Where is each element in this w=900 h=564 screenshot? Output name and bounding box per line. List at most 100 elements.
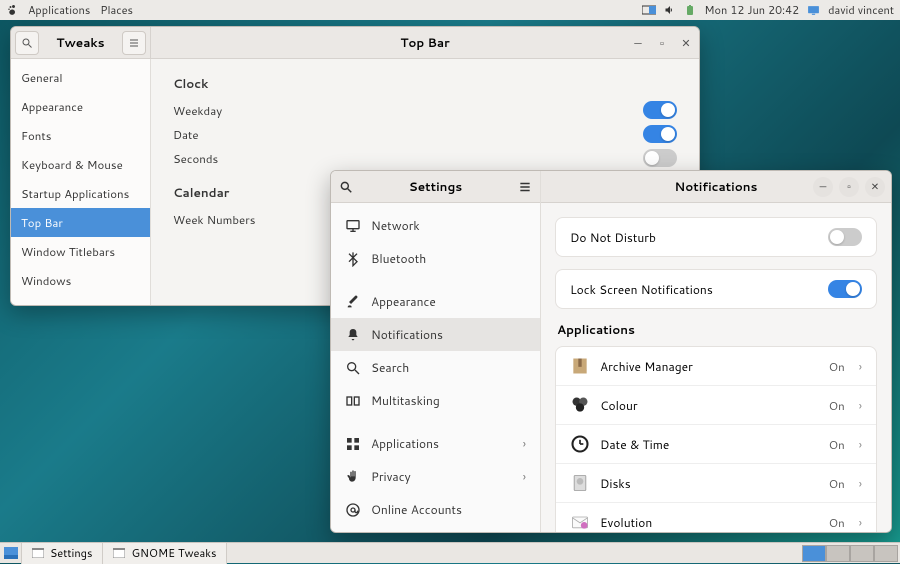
places-menu[interactable]: Places <box>100 2 133 18</box>
app-row-colour[interactable]: ColourOn› <box>556 386 876 425</box>
sidebar-item-keyboard-mouse[interactable]: Keyboard & Mouse <box>11 150 150 179</box>
lockscreen-toggle[interactable] <box>828 280 862 298</box>
sidebar-item-label: Applications <box>371 435 439 452</box>
maximize-button[interactable]: ▫ <box>655 36 669 50</box>
workspace-2[interactable] <box>826 545 850 562</box>
sidebar-item-label: Privacy <box>371 468 411 485</box>
brush-icon <box>345 294 361 310</box>
workspace-switcher[interactable] <box>802 545 900 562</box>
tweaks-search-button[interactable] <box>15 31 39 55</box>
sidebar-item-privacy[interactable]: Privacy › <box>331 460 540 493</box>
bell-icon <box>345 327 361 343</box>
applications-section-title: Applications <box>557 321 877 338</box>
settings-search-button[interactable] <box>339 180 353 194</box>
chevron-right-icon: › <box>859 475 862 492</box>
dnd-row: Do Not Disturb <box>556 218 876 256</box>
settings-hamburger-button[interactable] <box>518 180 532 194</box>
sidebar-item-label: Search <box>371 359 409 376</box>
hand-icon <box>345 469 361 485</box>
clock-toggle[interactable] <box>643 125 677 143</box>
sidebar-item-general[interactable]: General <box>11 63 150 92</box>
tweaks-headerbar: Tweaks Top Bar — ▫ ✕ <box>11 27 699 59</box>
app-row-evolution[interactable]: EvolutionOn› <box>556 503 876 532</box>
sidebar-item-online-accounts[interactable]: Online Accounts <box>331 493 540 526</box>
app-row-disks[interactable]: Disks On › <box>556 464 876 503</box>
gnome-foot-icon <box>6 4 18 16</box>
sidebar-item-search[interactable]: Search <box>331 351 540 384</box>
task-button-settings[interactable]: Settings <box>22 543 103 564</box>
tweaks-page-title: Top Bar <box>400 34 449 51</box>
settings-window: Settings Network Bluetooth Appearance Notif… <box>330 170 892 533</box>
monitor-icon[interactable] <box>807 4 820 17</box>
clock-row-1: Date <box>173 122 677 146</box>
sidebar-item-bluetooth[interactable]: Bluetooth <box>331 242 540 275</box>
top-panel: Applications Places Mon 12 Jun 20:42 dav… <box>0 0 900 20</box>
show-desktop-button[interactable] <box>0 543 22 564</box>
dnd-toggle[interactable] <box>828 228 862 246</box>
clock-icon <box>570 434 590 454</box>
minimize-button[interactable]: — <box>813 177 833 197</box>
keyboard-indicator-icon[interactable] <box>642 4 656 16</box>
window-icon <box>113 548 125 558</box>
app-state: On <box>829 358 845 375</box>
sidebar-item-notifications[interactable]: Notifications <box>331 318 540 351</box>
workspace-1[interactable] <box>802 545 826 562</box>
lockscreen-label: Lock Screen Notifications <box>570 281 828 298</box>
app-row-archive-manager[interactable]: Archive ManagerOn› <box>556 347 876 386</box>
workspace-4[interactable] <box>874 545 898 562</box>
tweaks-sidebar: GeneralAppearanceFontsKeyboard & MouseSt… <box>11 59 151 305</box>
applications-menu[interactable]: Applications <box>28 2 90 18</box>
sidebar-item-label: Appearance <box>371 293 436 310</box>
task-label: GNOME Tweaks <box>131 545 216 561</box>
clock-toggle[interactable] <box>643 101 677 119</box>
app-name: Archive Manager <box>600 358 819 375</box>
at-icon <box>345 502 361 518</box>
sidebar-item-appearance[interactable]: Appearance <box>11 92 150 121</box>
clock-row-0: Weekday <box>173 98 677 122</box>
task-button-gnome-tweaks[interactable]: GNOME Tweaks <box>103 543 227 564</box>
clock-label: Date <box>173 126 643 143</box>
clock-text[interactable]: Mon 12 Jun 20:42 <box>704 2 799 18</box>
app-state: On <box>829 475 845 492</box>
sidebar-item-appearance[interactable]: Appearance <box>331 285 540 318</box>
settings-title: Settings <box>353 178 518 195</box>
sidebar-item-windows[interactable]: Windows <box>11 266 150 295</box>
maximize-button[interactable]: ▫ <box>839 177 859 197</box>
settings-content: Do Not Disturb Lock Screen Notifications… <box>541 203 891 532</box>
sidebar-item-label: Online Accounts <box>371 501 462 518</box>
settings-left-headerbar: Settings <box>331 171 540 203</box>
evolution-icon <box>570 512 590 532</box>
sidebar-item-label: Bluetooth <box>371 250 426 267</box>
chevron-right-icon: › <box>523 468 526 485</box>
taskbar: Settings GNOME Tweaks <box>0 542 900 563</box>
clock-row-2: Seconds <box>173 146 677 170</box>
app-name: Disks <box>600 475 819 492</box>
clock-toggle[interactable] <box>643 149 677 167</box>
workspace-3[interactable] <box>850 545 874 562</box>
multitask-icon <box>345 393 361 409</box>
lockscreen-row: Lock Screen Notifications <box>556 270 876 308</box>
sidebar-item-sharing[interactable]: Sharing <box>331 526 540 532</box>
chevron-right-icon: › <box>859 397 862 414</box>
sidebar-item-top-bar[interactable]: Top Bar <box>11 208 150 237</box>
chevron-right-icon: › <box>859 436 862 453</box>
sidebar-item-startup-applications[interactable]: Startup Applications <box>11 179 150 208</box>
clock-label: Weekday <box>173 102 643 119</box>
close-button[interactable]: ✕ <box>679 36 693 50</box>
sidebar-item-network[interactable]: Network <box>331 209 540 242</box>
app-row-date-time[interactable]: Date & Time On › <box>556 425 876 464</box>
battery-icon[interactable] <box>684 4 696 16</box>
app-name: Date & Time <box>600 436 819 453</box>
minimize-button[interactable]: — <box>631 36 645 50</box>
disks-icon <box>570 473 590 493</box>
search-icon <box>345 360 361 376</box>
sidebar-item-multitasking[interactable]: Multitasking <box>331 384 540 417</box>
user-menu[interactable]: david vincent <box>828 2 894 18</box>
volume-icon[interactable] <box>664 4 676 16</box>
close-button[interactable]: ✕ <box>865 177 885 197</box>
sidebar-item-window-titlebars[interactable]: Window Titlebars <box>11 237 150 266</box>
sidebar-item-applications[interactable]: Applications› <box>331 427 540 460</box>
tweaks-hamburger-button[interactable] <box>122 31 146 55</box>
app-state: On <box>829 436 845 453</box>
sidebar-item-fonts[interactable]: Fonts <box>11 121 150 150</box>
